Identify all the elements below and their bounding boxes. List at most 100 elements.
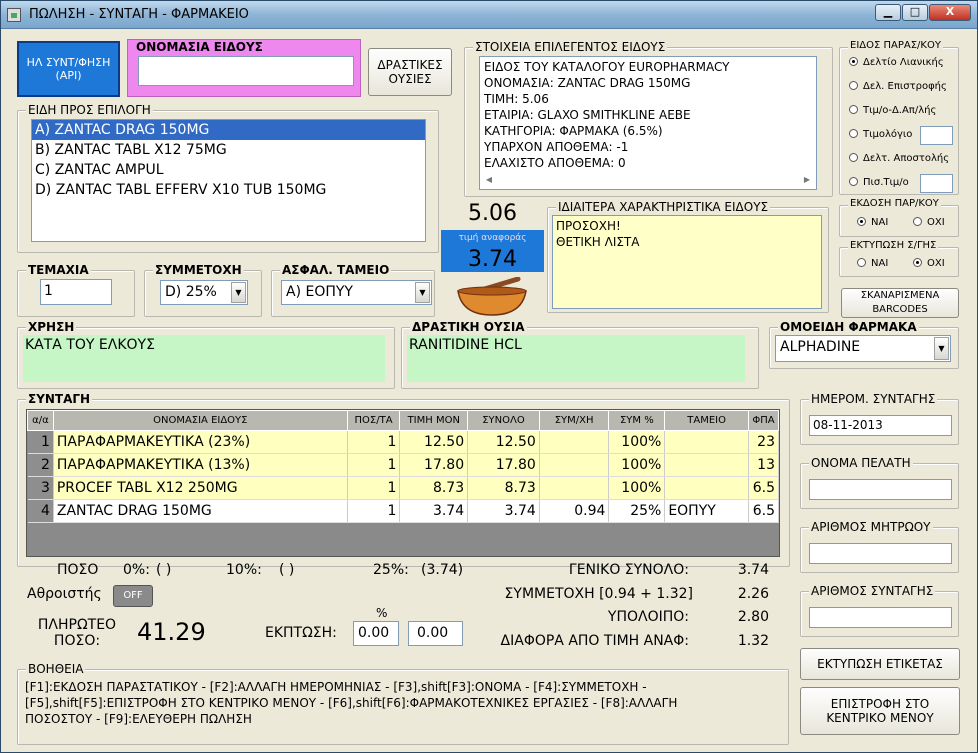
doc-type-label: Πισ.Τιμ/ο	[863, 177, 909, 188]
column-header[interactable]: ΣΥΜ/ΧΗ	[538, 410, 610, 431]
doc-type-radio[interactable]: Τιμολόγιο	[849, 129, 912, 140]
selected-item-line: ΚΑΤΗΓΟΡΙΑ: ΦΑΡΜΑΚΑ (6.5%)	[484, 124, 663, 138]
scanned-barcodes-button[interactable]: ΣΚΑΝΑΡΙΣΜΕΝΑ BARCODES	[841, 288, 959, 318]
cell-unit: 12.50	[399, 430, 469, 454]
doc-type-radio[interactable]: Δελτ. Αποστολής	[849, 153, 949, 164]
print-prescription-legend: ΕΚΤΥΠΩΣΗ Σ/ΓΗΣ	[848, 240, 939, 251]
prescription-date-input[interactable]: 08-11-2013	[809, 415, 952, 436]
close-button[interactable]: X	[929, 4, 971, 21]
discount-percent-input[interactable]: 0.00	[353, 621, 399, 646]
invoice-number-input[interactable]	[920, 126, 953, 145]
table-row[interactable]: 2 ΠΑΡΑΦΑΡΜΑΚΕΥΤΙΚΑ (13%) 1 17.80 17.80 100% 13	[27, 453, 780, 477]
radio-dot	[849, 153, 858, 162]
selected-item-line: ΕΛΑΧΙΣΤΟ ΑΠΟΘΕΜΑ: 0	[484, 156, 626, 170]
items-list-legend: ΕΙΔΗ ΠΡΟΣ ΕΠΙΛΟΓΗ	[26, 103, 153, 117]
payable-value: 41.29	[137, 618, 206, 646]
column-header[interactable]: ΣΥΜ %	[608, 410, 666, 431]
payable-label: ΠΛΗΡΩΤΕΟ ΠΟΣΟ:	[37, 617, 117, 649]
maximize-button[interactable]: □	[902, 4, 928, 21]
cell-fund: ΕΟΠΥΥ	[664, 499, 749, 523]
discount-label: ΕΚΠΤΩΣΗ:	[265, 625, 337, 641]
return-main-menu-button[interactable]: ΕΠΙΣΤΡΟΦΗ ΣΤΟ ΚΕΝΤΡΙΚΟ ΜΕΝΟΥ	[800, 687, 960, 735]
quantity-input[interactable]: 1	[40, 279, 112, 305]
table-row[interactable]: 1 ΠΑΡΑΦΑΡΜΑΚΕΥΤΙΚΑ (23%) 1 12.50 12.50 100% 23	[27, 430, 780, 454]
selected-item-legend: ΣΤΟΙΧΕΙΑ ΕΠΙΛΕΓΕΝΤΟΣ ΕΙΔΟΥΣ	[473, 40, 668, 54]
active-substances-button[interactable]: ΔΡΑΣΤΙΚΕΣ ΟΥΣΙΕΣ	[368, 48, 452, 96]
doc-type-radio[interactable]: Τιμ/ο-Δ.Απ/λής	[849, 105, 936, 116]
list-item[interactable]: A) ZANTAC DRAG 150MG	[32, 120, 425, 140]
items-listbox[interactable]: A) ZANTAC DRAG 150MG B) ZANTAC TABL X12 7…	[31, 119, 426, 242]
accumulator-toggle[interactable]: OFF	[113, 585, 153, 607]
prescription-grid[interactable]: α/α ΟΝΟΜΑΣΙΑ ΕΙΔΟΥΣ ΠΟΣ/ΤΑ ΤΙΜΗ ΜΟΝ ΣΥΝΟΛΟ ΣΥ…	[26, 409, 780, 557]
participation-select[interactable]: D) 25% ▼	[160, 280, 248, 305]
issue-doc-yes-radio[interactable]: ΝΑΙ	[857, 217, 888, 228]
print-label-button[interactable]: ΕΚΤΥΠΩΣΗ ΕΤΙΚΕΤΑΣ	[800, 648, 960, 680]
column-header[interactable]: ΤΑΜΕΙΟ	[664, 410, 749, 431]
cell-total: 12.50	[467, 430, 540, 454]
column-header[interactable]: ΟΝΟΜΑΣΙΑ ΕΙΔΟΥΣ	[52, 410, 348, 431]
registry-number-legend: ΑΡΙΘΜΟΣ ΜΗΤΡΩΟΥ	[809, 520, 933, 534]
chevron-down-icon[interactable]: ▼	[415, 282, 430, 303]
p0-label: 0%:	[123, 562, 150, 578]
radio-dot	[849, 57, 858, 66]
chevron-down-icon[interactable]: ▼	[934, 337, 949, 360]
cell-vat: 13	[748, 453, 780, 477]
doc-type-label: Δελτ. Αποστολής	[863, 153, 950, 164]
discount-amount-input[interactable]: 0.00	[408, 621, 463, 646]
cell-pct: 100%	[608, 476, 666, 500]
reference-price-label: τιμή αναφοράς	[458, 233, 527, 243]
selected-item-line: ΥΠΑΡΧΟΝ ΑΠΟΘΕΜΑ: -1	[484, 140, 629, 154]
print-prescription-yes-radio[interactable]: ΝΑΙ	[857, 258, 888, 269]
scroll-right-icon[interactable]: ▶	[800, 173, 814, 187]
customer-name-input[interactable]	[809, 479, 952, 500]
column-header[interactable]: ΦΠΑ	[747, 410, 780, 431]
issue-doc-no-radio[interactable]: ΟΧΙ	[913, 217, 945, 228]
cell-qty: 1	[347, 499, 401, 523]
doc-type-radio[interactable]: Δελ. Επιστροφής	[849, 81, 947, 92]
print-prescription-no-radio[interactable]: ΟΧΙ	[913, 258, 945, 269]
column-header[interactable]: α/α	[27, 410, 54, 431]
scroll-left-icon[interactable]: ◀	[482, 173, 496, 187]
doc-type-label: Τιμολόγιο	[863, 129, 913, 140]
similar-drugs-select[interactable]: ALPHADINE ▼	[775, 335, 951, 362]
grand-total-label: ΓΕΝΙΚΟ ΣΥΝΟΛΟ:	[568, 562, 689, 578]
selected-item-details: ΕΙΔΟΣ ΤΟΥ ΚΑΤΑΛΟΓΟΥ EUROPHARMACY ΟΝΟΜΑΣΙΑ…	[479, 56, 817, 190]
list-item[interactable]: D) ZANTAC TABL EFFERV X10 TUB 150MG	[32, 180, 425, 200]
insurance-legend: ΑΣΦΑΛ. ΤΑΜΕΙΟ	[280, 263, 392, 277]
list-item[interactable]: C) ZANTAC AMPUL	[32, 160, 425, 180]
cell-qty: 1	[347, 476, 401, 500]
credit-invoice-number-input[interactable]	[920, 174, 953, 193]
list-item[interactable]: B) ZANTAC TABL X12 75MG	[32, 140, 425, 160]
cell-total: 8.73	[467, 476, 540, 500]
cell-part	[539, 453, 610, 477]
quantity-legend: ΤΕΜΑΧΙΑ	[26, 263, 91, 277]
minimize-button[interactable]: ▁	[875, 4, 901, 21]
column-header[interactable]: ΤΙΜΗ ΜΟΝ	[399, 410, 469, 431]
cell-pct: 100%	[608, 430, 666, 454]
registry-number-input[interactable]	[809, 543, 952, 564]
table-row[interactable]: 4 ZANTAC DRAG 150MG 1 3.74 3.74 0.94 25% ΕΟΠΥΥ 6…	[27, 499, 780, 523]
table-row[interactable]: 3 PROCEF TABL X12 250MG 1 8.73 8.73 100% 6.5	[27, 476, 780, 500]
insurance-select[interactable]: A) ΕΟΠΥΥ ▼	[281, 280, 432, 305]
column-header[interactable]: ΣΥΝΟΛΟ	[467, 410, 540, 431]
column-header[interactable]: ΠΟΣ/ΤΑ	[346, 410, 401, 431]
radio-dot	[849, 81, 858, 90]
doc-type-radio[interactable]: Πισ.Τιμ/ο	[849, 177, 909, 188]
chevron-down-icon[interactable]: ▼	[231, 282, 246, 303]
cell-fund	[664, 430, 749, 454]
cell-idx: 1	[27, 430, 54, 454]
app-icon	[7, 8, 21, 22]
special-features-text: ΠΡΟΣΟΧΗ! ΘΕΤΙΚΗ ΛΙΣΤΑ	[552, 215, 822, 309]
eprescription-api-button[interactable]: ΗΛ ΣΥΝΤ/ΦΗΣΗ (API)	[17, 41, 120, 97]
cell-unit: 8.73	[399, 476, 469, 500]
item-name-input[interactable]	[138, 56, 354, 86]
prescription-date-legend: ΗΜΕΡΟΜ. ΣΥΝΤΑΓΗΣ	[809, 392, 938, 406]
participation-summary-label: ΣΥΜΜΕΤΟΧΗ [0.94 + 1.32]	[504, 586, 693, 602]
doc-type-label: Τιμ/ο-Δ.Απ/λής	[863, 105, 937, 116]
participation-value: D) 25%	[165, 284, 217, 300]
doc-type-label: Δελτίο Λιανικής	[863, 57, 944, 68]
cell-vat: 23	[748, 430, 780, 454]
prescription-number-input[interactable]	[809, 607, 952, 628]
doc-type-radio[interactable]: Δελτίο Λιανικής	[849, 57, 944, 68]
cell-total: 3.74	[467, 499, 540, 523]
